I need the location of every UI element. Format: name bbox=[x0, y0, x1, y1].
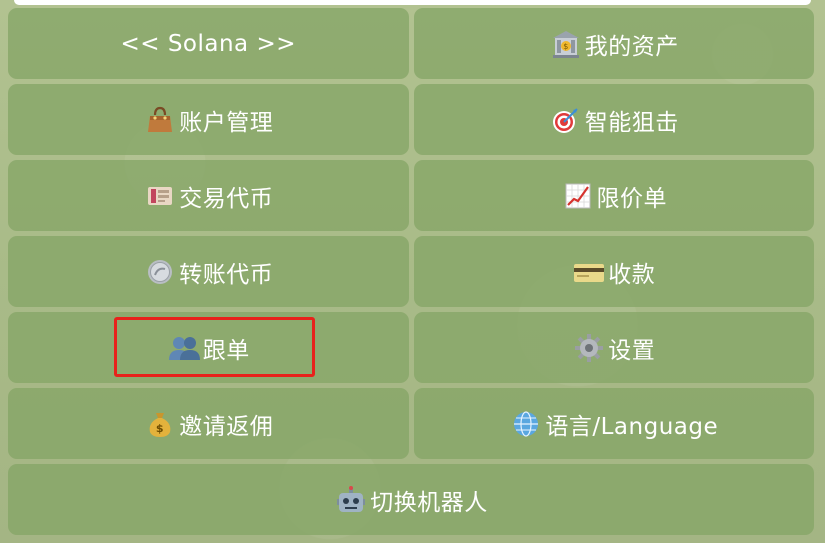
limit-order-button[interactable]: 限价单 bbox=[413, 160, 814, 231]
button-label: 转账代币 bbox=[179, 261, 274, 288]
button-label: 我的资产 bbox=[584, 33, 679, 60]
switch-bot-button[interactable]: 切换机器人 bbox=[8, 464, 814, 535]
users-icon bbox=[167, 331, 201, 365]
receive-payment-button[interactable]: 收款 bbox=[413, 236, 814, 307]
trade-token-button[interactable]: 交易代币 bbox=[8, 160, 409, 231]
button-label: 语言/Language bbox=[545, 413, 719, 440]
network-switch-button[interactable]: << Solana >> bbox=[8, 8, 409, 79]
credit-card-icon bbox=[572, 255, 606, 289]
button-label: 设置 bbox=[608, 337, 656, 364]
keyboard-row: << Solana >> $ 我的资产 bbox=[8, 8, 814, 79]
message-bubble-edge bbox=[14, 0, 811, 5]
transfer-token-button[interactable]: 转账代币 bbox=[8, 236, 409, 307]
keyboard-row: 交易代币 限价单 bbox=[8, 160, 814, 231]
button-label: 交易代币 bbox=[179, 185, 274, 212]
robot-icon bbox=[334, 483, 368, 517]
keyboard-row: 账户管理 智能狙击 bbox=[8, 84, 814, 155]
money-bag-icon: $ bbox=[143, 407, 177, 441]
language-button[interactable]: 语言/Language bbox=[413, 388, 814, 459]
bank-icon: $ bbox=[549, 27, 583, 61]
button-label: << Solana >> bbox=[120, 30, 297, 57]
coin-icon bbox=[143, 255, 177, 289]
button-label: 跟单 bbox=[202, 337, 250, 364]
my-assets-button[interactable]: $ 我的资产 bbox=[413, 8, 814, 79]
button-label: 收款 bbox=[608, 261, 656, 288]
cash-icon bbox=[143, 179, 177, 213]
target-icon bbox=[549, 103, 583, 137]
copy-trade-button[interactable]: 跟单 bbox=[8, 312, 409, 383]
referral-rebate-button[interactable]: $ 邀请返佣 bbox=[8, 388, 409, 459]
handbag-icon bbox=[143, 103, 177, 137]
button-label: 限价单 bbox=[596, 185, 667, 212]
gear-icon bbox=[572, 331, 606, 365]
svg-text:$: $ bbox=[563, 42, 569, 51]
button-label: 智能狙击 bbox=[584, 109, 679, 136]
chart-up-icon bbox=[561, 179, 595, 213]
button-label: 账户管理 bbox=[179, 109, 274, 136]
inline-keyboard: << Solana >> $ 我的资产 账户管理 智能狙击 交易代币 限价单 转… bbox=[8, 8, 814, 540]
keyboard-row: 跟单 设置 bbox=[8, 312, 814, 383]
svg-text:$: $ bbox=[156, 422, 164, 435]
settings-button[interactable]: 设置 bbox=[413, 312, 814, 383]
button-label: 切换机器人 bbox=[370, 489, 488, 516]
keyboard-row: $ 邀请返佣 语言/Language bbox=[8, 388, 814, 459]
keyboard-row: 转账代币 收款 bbox=[8, 236, 814, 307]
globe-icon bbox=[509, 407, 543, 441]
button-label: 邀请返佣 bbox=[179, 413, 274, 440]
account-management-button[interactable]: 账户管理 bbox=[8, 84, 409, 155]
keyboard-row: 切换机器人 bbox=[8, 464, 814, 535]
smart-snipe-button[interactable]: 智能狙击 bbox=[413, 84, 814, 155]
